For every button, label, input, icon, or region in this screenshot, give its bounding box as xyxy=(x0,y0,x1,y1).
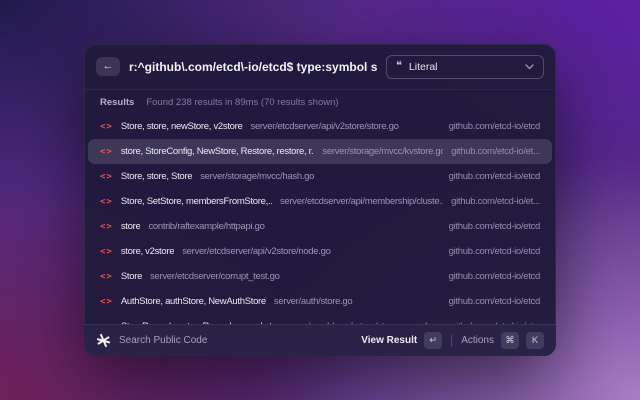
file-path: server/storage/mvcc/kvstore.go xyxy=(322,146,444,157)
result-row[interactable]: <> store, v2store server/etcdserver/api/… xyxy=(88,239,552,264)
file-path: server/auth/store.go xyxy=(273,296,353,307)
pattern-type-label: Literal xyxy=(408,60,438,73)
repo-label: github.com/etcd-io/et... xyxy=(451,321,540,324)
result-row[interactable]: <> Store, store, newStore, v2store serve… xyxy=(88,114,552,139)
footer-bar: Search Public Code View Result ↵ Actions… xyxy=(84,324,556,356)
repo-label: github.com/etcd-io/etcd xyxy=(448,246,541,257)
search-palette-window: ← r:^github\.com/etcd\-io/etcd$ type:sym… xyxy=(84,44,556,356)
footer-divider xyxy=(451,334,453,347)
symbol-names: Store, SetStore, membersFromStore,... xyxy=(120,196,272,207)
k-key-icon: K xyxy=(526,332,544,349)
code-symbol-icon: <> xyxy=(100,146,113,157)
results-header: Results Found 238 results in 89ms (70 re… xyxy=(84,92,556,112)
repo-label: github.com/etcd-io/et... xyxy=(451,146,540,157)
result-row[interactable]: <> Store, store, Store server/storage/mv… xyxy=(88,164,552,189)
code-symbol-icon: <> xyxy=(100,196,113,207)
actions-button[interactable]: Actions xyxy=(461,335,494,346)
search-input[interactable]: r:^github\.com/etcd\-io/etcd$ type:symbo… xyxy=(129,60,377,74)
repo-label: github.com/etcd-io/etcd xyxy=(448,171,541,182)
symbol-names: store xyxy=(120,221,141,232)
sourcegraph-logo-icon xyxy=(96,333,111,348)
code-symbol-icon: <> xyxy=(100,171,113,182)
result-row[interactable]: <> AuthStore, authStore, NewAuthStore se… xyxy=(88,289,552,314)
symbol-names: Store xyxy=(120,271,143,282)
back-button[interactable]: ← xyxy=(96,57,120,76)
repo-label: github.com/etcd-io/etcd xyxy=(448,296,541,307)
code-symbol-icon: <> xyxy=(100,322,113,325)
literal-quotes-icon: ❝ xyxy=(396,60,402,72)
result-row-selected[interactable]: <> store, StoreConfig, NewStore, Restore… xyxy=(88,139,552,164)
chevron-down-icon xyxy=(525,63,534,69)
symbol-names: StoreRecorder, storeRecorder, mockst... xyxy=(121,321,275,324)
results-label: Results xyxy=(100,96,135,108)
repo-label: github.com/etcd-io/etcd xyxy=(448,271,541,282)
file-path: server/etcdserver/api/membership/cluste.… xyxy=(279,196,444,207)
symbol-names: Store, store, newStore, v2store xyxy=(120,121,243,132)
code-symbol-icon: <> xyxy=(100,221,113,232)
file-path: server/etcdserver/api/v2store/store.go xyxy=(250,121,399,132)
result-row[interactable]: <> store contrib/raftexample/httpapi.go … xyxy=(88,214,552,239)
file-path: server/storage/mvcc/hash.go xyxy=(200,171,315,182)
return-key-icon: ↵ xyxy=(424,332,443,349)
symbol-names: Store, store, Store xyxy=(120,171,193,182)
result-row[interactable]: <> Store, SetStore, membersFromStore,...… xyxy=(88,189,552,214)
result-row[interactable]: <> StoreRecorder, storeRecorder, mockst.… xyxy=(88,314,552,324)
pattern-type-select[interactable]: ❝ Literal xyxy=(386,54,544,79)
file-path: contrib/raftexample/httpapi.go xyxy=(148,221,265,232)
repo-label: github.com/etcd-io/etcd xyxy=(448,121,541,132)
repo-label: github.com/etcd-io/et... xyxy=(451,196,540,207)
file-path: server/etcdserver/api/v2store/node.go xyxy=(182,246,331,257)
results-list: <> Store, store, newStore, v2store serve… xyxy=(84,112,556,324)
command-key-icon: ⌘ xyxy=(501,332,519,349)
file-path: server/mock/mockstore/store_recorder.go xyxy=(283,321,443,324)
results-summary: Found 238 results in 89ms (70 results sh… xyxy=(146,96,339,108)
desktop-background: ← r:^github\.com/etcd\-io/etcd$ type:sym… xyxy=(0,0,640,400)
code-symbol-icon: <> xyxy=(100,271,113,282)
app-context-label: Search Public Code xyxy=(119,335,208,346)
search-query-text: r:^github\.com/etcd\-io/etcd$ type:symbo… xyxy=(129,59,377,74)
symbol-names: store, StoreConfig, NewStore, Restore, r… xyxy=(120,146,315,157)
footer-actions: View Result ↵ Actions ⌘ K xyxy=(361,332,544,349)
code-symbol-icon: <> xyxy=(100,246,113,257)
file-path: server/etcdserver/corrupt_test.go xyxy=(150,271,280,282)
repo-label: github.com/etcd-io/etcd xyxy=(448,221,541,232)
code-symbol-icon: <> xyxy=(100,121,113,132)
code-symbol-icon: <> xyxy=(100,296,113,307)
symbol-names: AuthStore, authStore, NewAuthStore xyxy=(120,296,266,307)
view-result-button[interactable]: View Result xyxy=(361,335,417,346)
back-arrow-icon: ← xyxy=(102,60,114,72)
symbol-names: store, v2store xyxy=(120,246,175,257)
result-row[interactable]: <> Store server/etcdserver/corrupt_test.… xyxy=(88,264,552,289)
search-bar: ← r:^github\.com/etcd\-io/etcd$ type:sym… xyxy=(84,44,556,90)
